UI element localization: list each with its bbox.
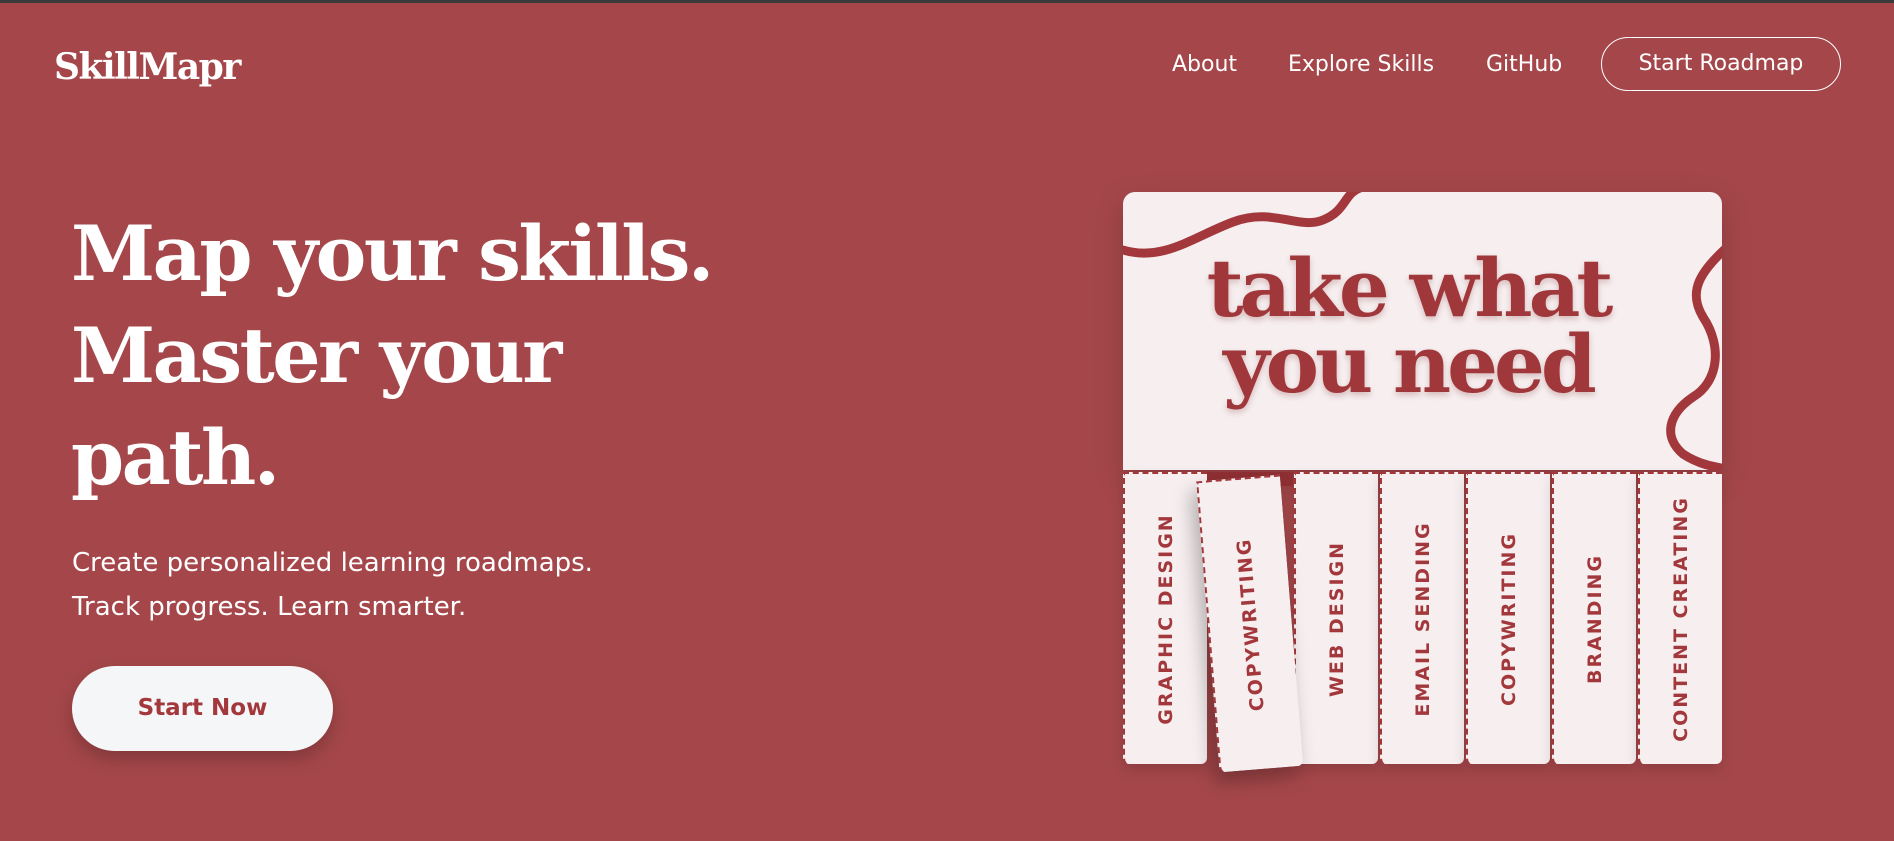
hero-title-line: path. — [71, 413, 280, 502]
skill-tab[interactable]: EMAIL SENDING — [1380, 472, 1464, 764]
brand-logo[interactable]: SkillMapr — [54, 44, 241, 90]
skill-tab-label: COPYWRITING — [1232, 536, 1269, 713]
skill-tab[interactable]: CONTENT CREATING — [1638, 472, 1722, 764]
start-now-button[interactable]: Start Now — [72, 666, 333, 751]
skill-tab[interactable]: BRANDING — [1552, 472, 1636, 764]
hero-subtitle-line: Create personalized learning roadmaps. — [72, 548, 593, 578]
nav-link-about[interactable]: About — [1172, 50, 1237, 80]
nav-link-github[interactable]: GitHub — [1486, 50, 1562, 80]
skill-tab-label: WEB DESIGN — [1326, 540, 1348, 698]
poster-title-line: take what — [1206, 241, 1614, 335]
skill-tab[interactable]: WEB DESIGN — [1294, 472, 1378, 764]
skill-tab-label: EMAIL SENDING — [1412, 521, 1434, 717]
hero-illustration: take what you need GRAPHIC DESIGN COPYWR… — [1123, 192, 1722, 773]
skill-tab-label: GRAPHIC DESIGN — [1155, 513, 1177, 725]
hero-title-line: Master your — [71, 311, 562, 400]
hero-title: Map your skills. Master your path. — [71, 203, 714, 509]
skill-tab-label: COPYWRITING — [1498, 532, 1520, 706]
skill-tab-torn[interactable]: COPYWRITING — [1196, 474, 1304, 773]
poster-header: take what you need — [1123, 192, 1722, 470]
skill-tabs: GRAPHIC DESIGN COPYWRITING WEB DESIGN EM… — [1123, 470, 1722, 773]
skill-tab[interactable]: GRAPHIC DESIGN — [1123, 472, 1207, 764]
skill-tab[interactable]: COPYWRITING — [1466, 472, 1550, 764]
skill-tab-label: BRANDING — [1584, 553, 1606, 685]
landing-page: SkillMapr About Explore Skills GitHub St… — [0, 3, 1894, 841]
skill-tab-label: CONTENT CREATING — [1670, 496, 1692, 742]
hero-subtitle: Create personalized learning roadmaps. T… — [72, 541, 593, 629]
poster-title-line: you need — [1223, 317, 1597, 411]
nav-link-explore-skills[interactable]: Explore Skills — [1288, 50, 1434, 80]
poster-title: take what you need — [1123, 241, 1693, 411]
hero-subtitle-line: Track progress. Learn smarter. — [72, 592, 467, 622]
start-roadmap-button[interactable]: Start Roadmap — [1601, 37, 1841, 91]
hero-title-line: Map your skills. — [71, 209, 714, 298]
